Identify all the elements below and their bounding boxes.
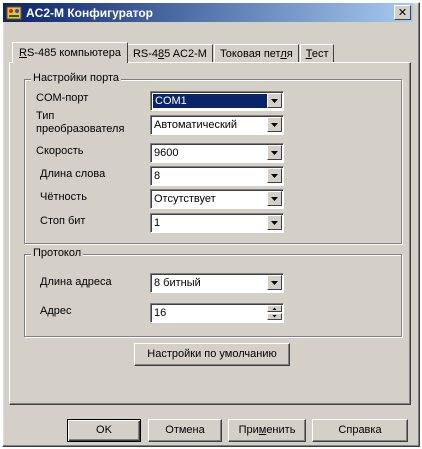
speed-select[interactable]: 9600 — [150, 143, 284, 163]
close-icon: ✕ — [397, 6, 408, 19]
speed-label: Скорость — [36, 145, 84, 157]
stop-bits-label: Стоп бит — [40, 215, 86, 227]
word-length-label: Длина слова — [40, 168, 106, 180]
app-icon — [6, 6, 22, 19]
dropdown-button[interactable] — [267, 191, 282, 206]
address-length-select[interactable]: 8 битный — [150, 273, 284, 293]
window-title: AC2-M Конфигуратор — [26, 5, 154, 20]
parity-select[interactable]: Отсутствует — [150, 189, 284, 209]
word-length-value: 8 — [154, 170, 161, 182]
dropdown-button[interactable] — [267, 93, 282, 108]
chevron-down-icon — [271, 99, 278, 103]
chevron-down-icon — [271, 197, 278, 201]
protocol-group: Протокол — [24, 247, 402, 337]
dropdown-button[interactable] — [267, 275, 282, 290]
defaults-button[interactable]: Настройки по умолчанию — [134, 343, 290, 366]
protocol-title: Протокол — [31, 247, 84, 259]
arrow-down-icon — [272, 315, 277, 318]
port-settings-title: Настройки порта — [31, 72, 121, 84]
converter-type-select[interactable]: Автоматический — [150, 115, 284, 135]
spin-up-button[interactable] — [267, 305, 282, 312]
title-bar[interactable]: AC2-M Конфигуратор ✕ — [3, 3, 413, 22]
parity-value: Отсутствует — [154, 193, 216, 205]
stop-bits-select[interactable]: 1 — [150, 213, 284, 233]
dropdown-button[interactable] — [267, 117, 282, 132]
address-spinner[interactable]: 16 — [150, 303, 284, 323]
com-port-label: COM-порт — [36, 92, 89, 104]
converter-type-label: Тип преобразователя — [36, 110, 125, 135]
chevron-down-icon — [271, 174, 278, 178]
chevron-down-icon — [271, 123, 278, 127]
address-length-label: Длина адреса — [40, 276, 112, 288]
converter-type-value: Автоматический — [154, 119, 238, 131]
dropdown-button[interactable] — [267, 145, 282, 160]
chevron-down-icon — [271, 281, 278, 285]
cancel-button[interactable]: Отмена — [148, 419, 222, 442]
speed-value: 9600 — [154, 147, 179, 159]
word-length-select[interactable]: 8 — [150, 166, 284, 186]
dropdown-button[interactable] — [267, 168, 282, 183]
tab-test[interactable]: Тест — [299, 44, 335, 63]
spin-down-button[interactable] — [267, 313, 282, 320]
com-port-value: COM1 — [153, 94, 269, 108]
tab-current-loop[interactable]: Токовая петля — [213, 44, 299, 63]
tab-rs485-ac2m[interactable]: RS-485 AC2-M — [126, 44, 213, 63]
tab-strip: RS-485 компьютера RS-485 AC2-M Токовая п… — [12, 42, 335, 63]
arrow-up-icon — [272, 307, 277, 310]
parity-label: Чётность — [40, 191, 87, 203]
help-button[interactable]: Справка — [312, 419, 408, 442]
address-label: Адрес — [40, 305, 72, 317]
address-value: 16 — [154, 307, 167, 319]
apply-button[interactable]: Применить — [228, 419, 306, 442]
dropdown-button[interactable] — [267, 215, 282, 230]
chevron-down-icon — [271, 151, 278, 155]
stop-bits-value: 1 — [154, 217, 161, 229]
address-length-value: 8 битный — [154, 277, 201, 289]
com-port-select[interactable]: COM1 — [150, 91, 284, 111]
close-button[interactable]: ✕ — [394, 5, 411, 20]
tab-rs485-computer[interactable]: RS-485 компьютера — [12, 42, 128, 63]
ok-button[interactable]: OK — [67, 419, 141, 442]
chevron-down-icon — [271, 221, 278, 225]
